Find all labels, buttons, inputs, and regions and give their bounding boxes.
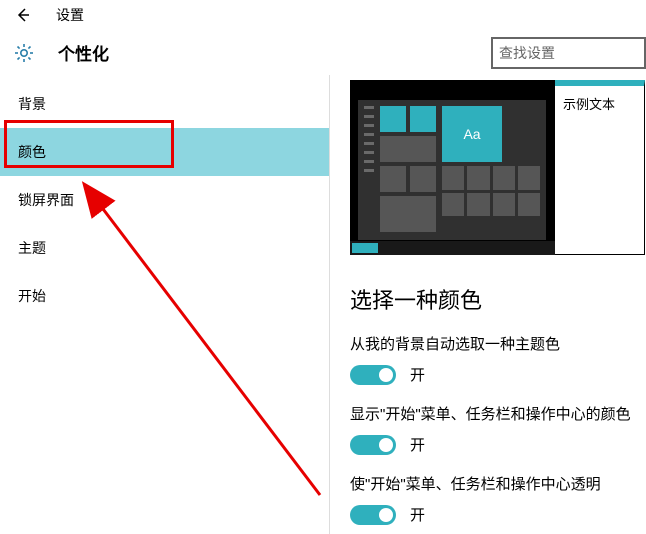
sidebar-item-lockscreen[interactable]: 锁屏界面 bbox=[0, 176, 329, 224]
sidebar-item-label: 开始 bbox=[18, 286, 46, 306]
setting-label: 显示"开始"菜单、任务栏和操作中心的颜色 bbox=[350, 403, 646, 424]
sidebar-item-label: 锁屏界面 bbox=[18, 190, 74, 210]
setting-auto-accent: 从我的背景自动选取一种主题色 开 bbox=[350, 333, 646, 385]
window-title: 设置 bbox=[56, 5, 84, 25]
header: 个性化 查找设置 bbox=[0, 30, 646, 75]
sidebar-item-label: 颜色 bbox=[18, 142, 46, 162]
preview-aa-text: Aa bbox=[463, 126, 480, 142]
toggle-show-color[interactable] bbox=[350, 435, 396, 455]
search-placeholder: 查找设置 bbox=[499, 43, 555, 63]
setting-transparency: 使"开始"菜单、任务栏和操作中心透明 开 bbox=[350, 473, 646, 525]
section-title: 个性化 bbox=[58, 40, 109, 65]
setting-label: 使"开始"菜单、任务栏和操作中心透明 bbox=[350, 473, 646, 494]
sidebar: 背景 颜色 锁屏界面 主题 开始 bbox=[0, 75, 330, 534]
setting-label: 从我的背景自动选取一种主题色 bbox=[350, 333, 646, 354]
sidebar-item-label: 主题 bbox=[18, 238, 46, 258]
toggle-transparency[interactable] bbox=[350, 505, 396, 525]
preview-sample-text: 示例文本 bbox=[563, 94, 615, 113]
sidebar-item-themes[interactable]: 主题 bbox=[0, 224, 329, 272]
titlebar: 设置 bbox=[0, 0, 646, 30]
toggle-state: 开 bbox=[410, 364, 425, 385]
preview-sample-window: 示例文本 bbox=[555, 80, 645, 255]
sidebar-item-label: 背景 bbox=[18, 94, 46, 114]
toggle-auto-accent[interactable] bbox=[350, 365, 396, 385]
back-arrow-icon bbox=[15, 7, 31, 23]
back-button[interactable] bbox=[8, 0, 38, 30]
content-pane: Aa 示例文本 选择一种颜色 从我的背景自动选取一种主题色 bbox=[330, 75, 646, 534]
toggle-state: 开 bbox=[410, 504, 425, 525]
toggle-state: 开 bbox=[410, 434, 425, 455]
search-input[interactable]: 查找设置 bbox=[491, 37, 646, 69]
gear-icon bbox=[14, 43, 34, 63]
preview-start-menu: Aa bbox=[358, 100, 546, 240]
sidebar-item-background[interactable]: 背景 bbox=[0, 80, 329, 128]
setting-show-color: 显示"开始"菜单、任务栏和操作中心的颜色 开 bbox=[350, 403, 646, 455]
color-preview: Aa 示例文本 bbox=[350, 80, 646, 255]
sidebar-item-colors[interactable]: 颜色 bbox=[0, 128, 329, 176]
sidebar-item-start[interactable]: 开始 bbox=[0, 272, 329, 320]
preview-desktop: Aa bbox=[350, 80, 555, 255]
content-heading: 选择一种颜色 bbox=[350, 283, 646, 315]
preview-aa-tile: Aa bbox=[442, 106, 502, 162]
